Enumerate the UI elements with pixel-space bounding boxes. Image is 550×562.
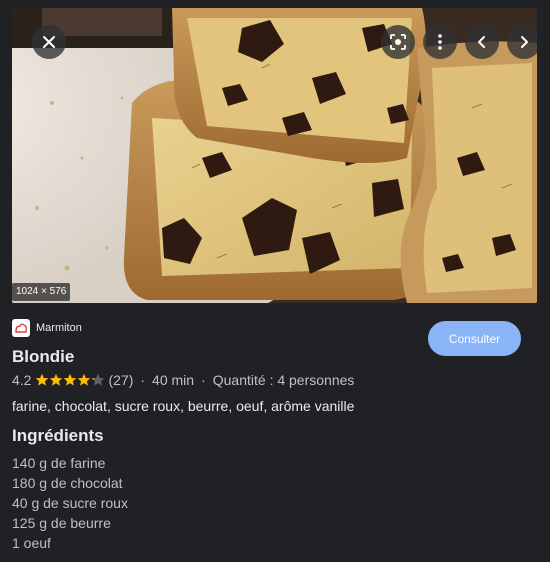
ingredient-item: 1 oeuf: [12, 535, 51, 551]
more-options-button[interactable]: [423, 25, 457, 59]
previous-button[interactable]: [465, 25, 499, 59]
ingredients-heading: Ingrédients: [12, 426, 104, 445]
ingredient-item: 180 g de chocolat: [12, 475, 123, 491]
lens-search-icon: [390, 34, 406, 50]
marmiton-logo: [12, 319, 30, 337]
close-button[interactable]: [32, 25, 66, 59]
chevron-right-icon: [521, 36, 528, 48]
chevron-left-icon: [478, 36, 485, 48]
rating-stars: [35, 373, 105, 387]
blondie-photo: [12, 8, 537, 303]
image-dimensions-badge: 1024 × 576: [12, 283, 71, 301]
ingredients-summary: farine, chocolat, sucre roux, beurre, oe…: [12, 398, 355, 414]
star-icon: [36, 373, 49, 386]
source-name: Marmiton: [36, 322, 82, 334]
separator: ·: [201, 372, 206, 388]
recipe-image[interactable]: [12, 8, 537, 303]
servings: Quantité : 4 personnes: [212, 372, 355, 388]
close-icon: [43, 36, 55, 48]
review-count: (27): [108, 372, 134, 388]
star-icon: [78, 373, 91, 386]
ingredient-item: 40 g de sucre roux: [12, 495, 128, 511]
image-viewer-panel: 1024 × 576 Marmiton Consulter Blondie 4.…: [0, 0, 550, 562]
cook-time: 40 min: [152, 372, 195, 388]
star-icon: [64, 373, 77, 386]
ingredients-list: 140 g de farine 180 g de chocolat 40 g de …: [12, 453, 128, 553]
ingredient-item: 125 g de beurre: [12, 515, 111, 531]
more-vertical-icon: [438, 34, 442, 50]
recipe-title: Blondie: [12, 347, 75, 366]
source-attribution[interactable]: Marmiton: [12, 319, 82, 337]
next-button[interactable]: [507, 25, 537, 59]
ingredient-item: 140 g de farine: [12, 455, 106, 471]
separator: ·: [140, 372, 146, 388]
recipe-meta: 4.2 (27) · 40 min · Quantité : 4 personn…: [12, 371, 354, 389]
star-icon: [92, 373, 105, 386]
star-icon: [50, 373, 63, 386]
consult-button[interactable]: Consulter: [428, 321, 521, 356]
marmiton-logo-icon: [15, 323, 27, 333]
rating-value: 4.2: [12, 372, 32, 388]
lens-search-button[interactable]: [381, 25, 415, 59]
